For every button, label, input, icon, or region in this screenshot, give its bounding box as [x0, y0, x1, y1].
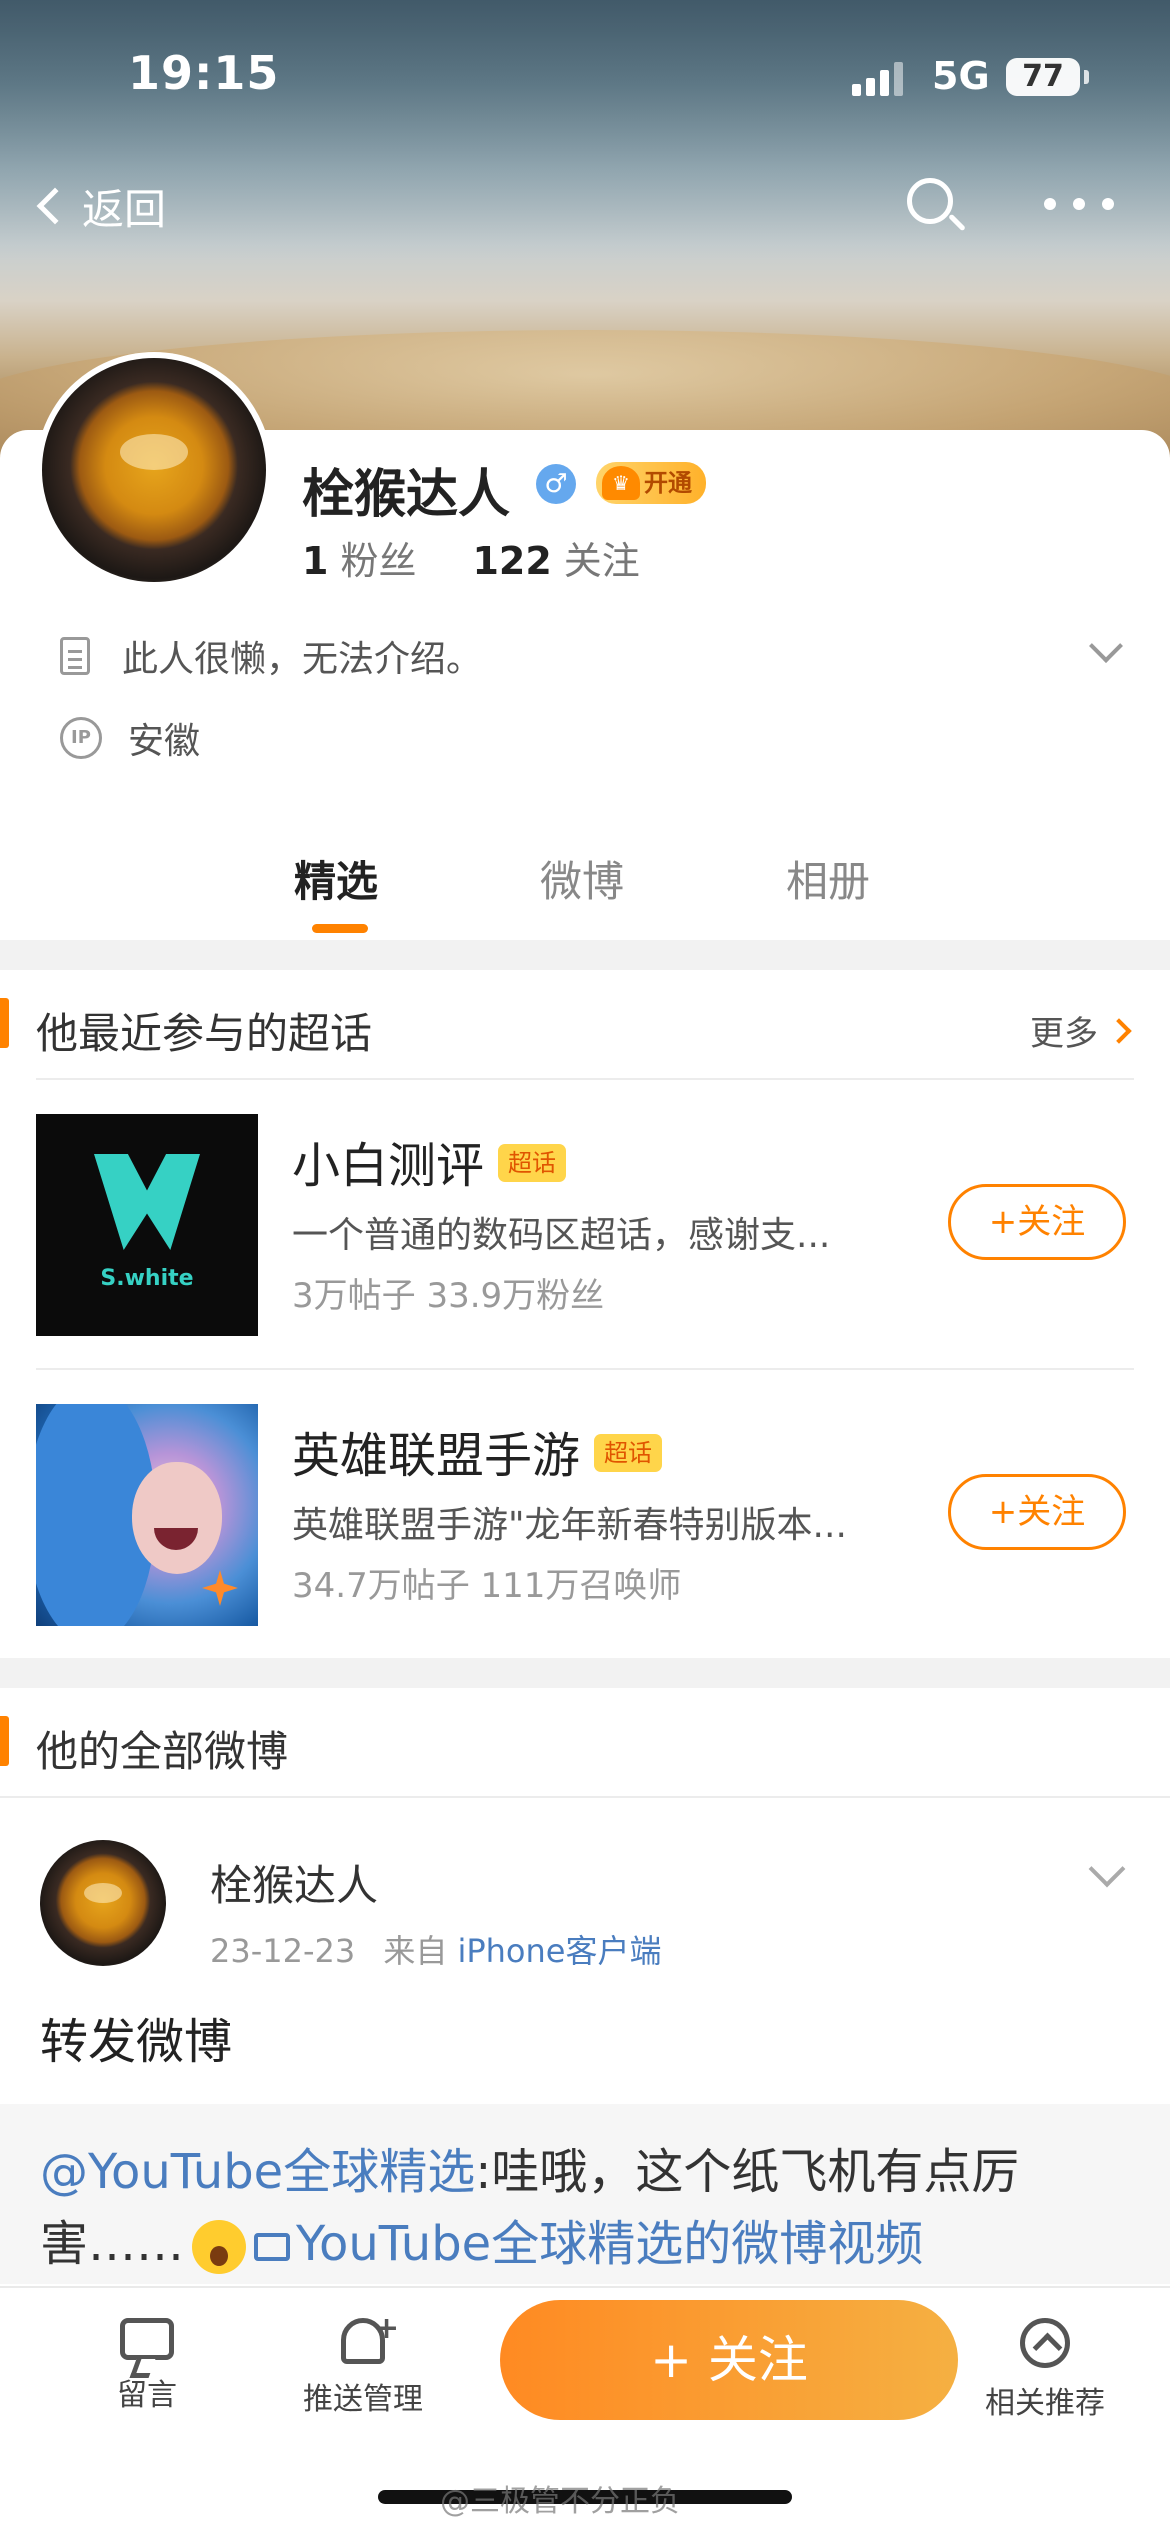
bell-add-icon: [341, 2311, 399, 2364]
comment-icon: [120, 2318, 174, 2360]
topic-name: 英雄联盟手游 超话: [292, 1416, 663, 1486]
topic-description: 英雄联盟手游"龙年新春特别版本...: [292, 1505, 847, 1546]
search-icon[interactable]: [905, 176, 966, 236]
from-label: 来自: [383, 1932, 448, 1970]
section-marker: [0, 998, 9, 1048]
topic-stats: 34.7万帖子 111万召唤师: [292, 1566, 682, 1606]
push-label: 推送管理: [303, 2382, 423, 2417]
more-icon[interactable]: [1044, 198, 1114, 212]
tab-indicator: [312, 924, 368, 933]
mention-link[interactable]: @YouTube全球精选: [40, 2144, 475, 2200]
divider: [0, 1658, 1170, 1688]
chevron-left-icon: [36, 187, 74, 225]
status-bar: 19:15 5G 77: [0, 0, 1170, 150]
list-item[interactable]: 英雄联盟手游 超话 英雄联盟手游"龙年新春特别版本... 34.7万帖子 111万…: [0, 1404, 1170, 1626]
logo-text: S.white: [100, 1266, 194, 1291]
ip-location: 安徽: [128, 721, 201, 762]
chevron-up-circle-icon: [1020, 2318, 1070, 2368]
divider: [36, 1368, 1134, 1370]
bio-text: 此人很懒，无法介绍。: [122, 639, 483, 680]
following-label[interactable]: 关注: [564, 539, 640, 583]
section-title: 他最近参与的超话: [36, 1009, 373, 1058]
document-icon: [60, 637, 90, 675]
topic-name: 小白测评 超话: [292, 1126, 567, 1196]
tab-featured[interactable]: 精选: [294, 848, 378, 909]
ip-row: IP 安徽: [60, 712, 200, 764]
bottom-action-bar: 留言 推送管理 + 关注 相关推荐 @三极管不分正负: [0, 2286, 1170, 2532]
divider: [36, 1078, 1134, 1080]
follow-topic-button[interactable]: +关注: [948, 1474, 1126, 1550]
shocked-emoji-icon: [192, 2220, 247, 2274]
topic-description: 一个普通的数码区超话，感谢支...: [292, 1215, 831, 1256]
post-date: 23-12-23: [210, 1932, 356, 1970]
more-link[interactable]: 更多: [1030, 1006, 1132, 1055]
follow-topic-button[interactable]: +关注: [948, 1184, 1126, 1260]
battery-tip: [1084, 70, 1089, 84]
profile-stats: 1 粉丝 122 关注: [302, 530, 640, 585]
video-icon: [254, 2233, 291, 2261]
related-label: 相关推荐: [985, 2386, 1105, 2421]
battery-icon: 77: [1006, 58, 1080, 96]
followers-label[interactable]: 粉丝: [340, 539, 416, 583]
chevron-right-icon: [1106, 1017, 1132, 1044]
related-button[interactable]: 相关推荐: [960, 2306, 1130, 2422]
post-author[interactable]: 栓猴达人: [210, 1852, 378, 1913]
male-icon: ♂: [536, 464, 576, 504]
post-meta: 23-12-23 来自 iPhone客户端: [210, 1926, 661, 1972]
profile-name: 栓猴达人: [302, 465, 511, 525]
video-link[interactable]: YouTube全球精选的微博视频: [296, 2216, 923, 2272]
topic-thumbnail: S.white: [36, 1114, 258, 1336]
ip-icon: IP: [60, 717, 102, 759]
back-label: 返回: [82, 184, 167, 234]
post-source[interactable]: iPhone客户端: [457, 1932, 661, 1970]
comment-button[interactable]: 留言: [62, 2306, 232, 2414]
following-count[interactable]: 122: [472, 539, 551, 583]
swhite-logo-icon: [94, 1154, 200, 1250]
follow-button[interactable]: + 关注: [500, 2300, 958, 2420]
status-time: 19:15: [128, 46, 280, 100]
top-nav: 返回: [0, 170, 1170, 242]
post-text: 转发微博: [40, 2014, 233, 2070]
post-avatar[interactable]: [40, 1840, 166, 1966]
tab-album[interactable]: 相册: [786, 848, 870, 909]
divider: [0, 1796, 1170, 1798]
section-title: 他的全部微博: [36, 1727, 289, 1776]
chevron-down-icon[interactable]: [1088, 1850, 1126, 1888]
profile-tabs: 精选 微博 相册: [0, 840, 1170, 940]
quoted-post[interactable]: @YouTube全球精选:哇哦，这个纸飞机有点厉害…… YouTube全球精选的微…: [0, 2104, 1170, 2284]
super-topic-badge: 超话: [594, 1434, 663, 1472]
section-marker: [0, 1716, 9, 1766]
vip-label: 开通: [644, 469, 692, 497]
crown-icon: ♛: [602, 466, 640, 500]
back-button[interactable]: 返回: [30, 174, 166, 238]
bio-row: 此人很懒，无法介绍。: [60, 630, 482, 682]
super-topic-badge: 超话: [498, 1144, 567, 1182]
divider: [0, 940, 1170, 970]
followers-count[interactable]: 1: [302, 539, 328, 583]
list-item[interactable]: S.white 小白测评 超话 一个普通的数码区超话，感谢支... 3万帖子 33…: [0, 1114, 1170, 1336]
avatar[interactable]: [36, 352, 272, 588]
network-type: 5G: [932, 54, 990, 98]
push-settings-button[interactable]: 推送管理: [278, 2306, 448, 2418]
topic-stats: 3万帖子 33.9万粉丝: [292, 1276, 605, 1316]
more-label: 更多: [1030, 1014, 1098, 1054]
topic-thumbnail: [36, 1404, 258, 1626]
watermark: @三极管不分正负: [440, 2484, 680, 2519]
signal-icon: [852, 60, 912, 96]
vip-badge[interactable]: ♛ 开通: [596, 462, 706, 504]
all-weibo-header: 他的全部微博: [0, 1688, 1170, 1794]
tab-weibo[interactable]: 微博: [540, 848, 624, 909]
super-topics-header: 他最近参与的超话 更多: [0, 970, 1170, 1076]
star-icon: [202, 1570, 238, 1606]
